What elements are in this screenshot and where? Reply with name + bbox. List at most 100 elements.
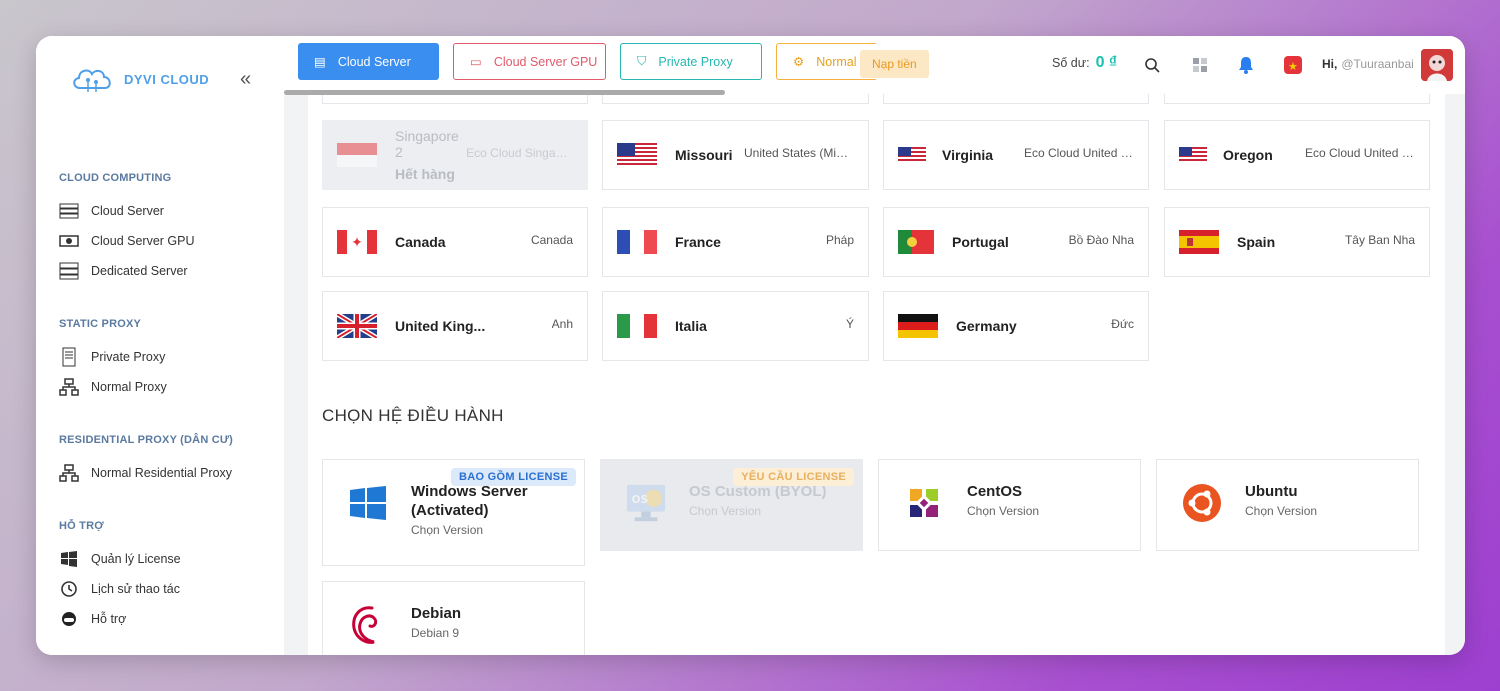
sidebar-item-cloud-server-gpu[interactable]: Cloud Server GPU <box>59 232 195 250</box>
greeting-text: Hi, <box>1322 57 1338 71</box>
location-name: United King... <box>395 318 486 334</box>
location-name: Italia <box>675 318 707 334</box>
cloud-logo-icon <box>73 69 111 92</box>
tabs-scrollbar[interactable] <box>284 90 725 95</box>
os-custom-byol[interactable]: OS OS Custom (BYOL) Chọn Version YÊU CẦU… <box>600 459 863 551</box>
user-greeting[interactable]: Hi, @Tuuraanbai <box>1322 57 1414 71</box>
sidebar-item-label: Normal Proxy <box>91 380 167 394</box>
app-logo[interactable]: DYVI CLOUD <box>70 64 209 94</box>
license-badge: BAO GỒM LICENSE <box>450 468 576 486</box>
apps-grid-icon[interactable] <box>1190 55 1210 75</box>
os-centos[interactable]: CentOS Chọn Version <box>878 459 1141 551</box>
tab-label: Cloud Server GPU <box>493 54 598 69</box>
os-windows-server[interactable]: Windows Server (Activated) Chọn Version … <box>322 459 585 566</box>
location-sub: Eco Cloud Singapore <box>466 146 573 160</box>
os-section-heading: CHỌN HỆ ĐIỀU HÀNH <box>322 406 504 425</box>
location-singapore-2[interactable]: Singapore 2 Hết hàng Eco Cloud Singapore <box>322 120 588 190</box>
flag-singapore-icon <box>337 143 377 167</box>
os-version: Chọn Version <box>411 523 484 537</box>
location-sub: Pháp <box>825 233 854 247</box>
location-united-kingdom[interactable]: United King... Anh <box>322 291 588 361</box>
gpu-card-icon <box>59 232 79 250</box>
section-title-cloud-computing: CLOUD COMPUTING <box>59 172 172 184</box>
sidebar-item-support[interactable]: Hỗ trợ <box>59 610 126 628</box>
location-sub: United States (Missouri) <box>744 146 854 160</box>
app-window: Singapore 2 Hết hàng Eco Cloud Singapore… <box>36 36 1465 655</box>
location-france[interactable]: France Pháp <box>602 207 869 277</box>
balance-value: 0 ₫ <box>1095 54 1118 71</box>
os-debian[interactable]: Debian Debian 9 <box>322 581 585 655</box>
tab-cloud-server[interactable]: ▤ Cloud Server <box>298 43 439 80</box>
license-badge: YÊU CẦU LICENSE <box>733 468 854 486</box>
os-version: Debian 9 <box>411 626 460 640</box>
location-sub: Tây Ban Nha <box>1344 233 1415 247</box>
sidebar-item-label: Cloud Server <box>91 204 164 218</box>
balance-label: Số dư: <box>1052 56 1090 70</box>
location-sub: Anh <box>551 317 573 331</box>
sidebar-item-private-proxy[interactable]: Private Proxy <box>59 347 165 367</box>
vietnam-flag-icon[interactable]: ★ <box>1283 55 1303 75</box>
sidebar-item-normal-proxy[interactable]: Normal Proxy <box>59 378 167 396</box>
sidebar-item-normal-residential-proxy[interactable]: Normal Residential Proxy <box>59 464 232 482</box>
shield-icon: ⛉ <box>637 54 647 68</box>
location-name: Missouri <box>675 147 733 163</box>
location-sub: Bồ Đào Nha <box>1068 233 1134 247</box>
flag-usa-icon <box>1179 147 1207 163</box>
sidebar-item-label: Normal Residential Proxy <box>91 466 233 480</box>
location-canada[interactable]: ✦ Canada Canada <box>322 207 588 277</box>
collapse-sidebar-icon[interactable]: « <box>240 68 251 91</box>
sidebar: DYVI CLOUD « CLOUD COMPUTING Cloud Serve… <box>36 36 284 655</box>
location-portugal[interactable]: Portugal Bồ Đào Nha <box>883 207 1149 277</box>
balance: Số dư: 0 ₫ <box>1052 54 1117 72</box>
sidebar-item-cloud-server[interactable]: Cloud Server <box>59 202 164 220</box>
svg-text:OS: OS <box>632 494 649 506</box>
sidebar-item-dedicated-server[interactable]: Dedicated Server <box>59 262 188 280</box>
section-title-static-proxy: STATIC PROXY <box>59 318 142 330</box>
location-sub: Eco Cloud United States <box>1305 146 1415 160</box>
location-name: Oregon <box>1223 147 1273 163</box>
tab-cloud-server-gpu[interactable]: ▭ Cloud Server GPU <box>453 43 606 80</box>
top-up-button[interactable]: Nạp tiền <box>860 50 929 78</box>
network-icon <box>59 378 79 396</box>
location-name: France <box>675 234 721 250</box>
tab-label: Private Proxy <box>658 54 733 69</box>
location-oregon[interactable]: Oregon Eco Cloud United States <box>1164 120 1430 190</box>
bell-icon[interactable] <box>1236 55 1256 75</box>
section-title-residential-proxy: RESIDENTIAL PROXY (DÂN CƯ) <box>59 434 234 446</box>
windows-icon <box>59 550 79 568</box>
network-icon: ⚙ <box>793 55 805 69</box>
flag-italy-icon <box>617 314 657 338</box>
tab-private-proxy[interactable]: ⛉ Private Proxy <box>620 43 762 80</box>
location-name: Germany <box>956 318 1017 334</box>
location-name: Virginia <box>942 147 994 163</box>
sidebar-item-history[interactable]: Lịch sử thao tác <box>59 580 180 598</box>
svg-text:★: ★ <box>1288 60 1298 73</box>
os-title: Debian <box>411 605 462 622</box>
location-missouri[interactable]: Missouri United States (Missouri) <box>602 120 869 190</box>
server-icon: ▤ <box>314 55 326 69</box>
card-partial <box>322 94 588 104</box>
gpu-card-icon: ▭ <box>470 55 482 69</box>
centos-icon <box>903 482 945 524</box>
os-ubuntu[interactable]: Ubuntu Chọn Version <box>1156 459 1419 551</box>
network-icon <box>59 464 79 482</box>
card-partial <box>602 94 869 104</box>
debian-icon <box>347 604 389 646</box>
location-italia[interactable]: Italia Ý <box>602 291 869 361</box>
windows-icon <box>347 482 389 524</box>
flag-usa-icon <box>617 143 657 167</box>
avatar[interactable] <box>1421 49 1453 81</box>
sidebar-item-license[interactable]: Quản lý License <box>59 550 181 568</box>
logo-text: DYVI CLOUD <box>124 71 210 87</box>
location-name: Spain <box>1237 234 1276 250</box>
location-germany[interactable]: Germany Đức <box>883 291 1149 361</box>
flag-spain-icon <box>1179 230 1219 254</box>
location-virginia[interactable]: Virginia Eco Cloud United States <box>883 120 1149 190</box>
location-sub: Eco Cloud United States <box>1024 146 1134 160</box>
location-spain[interactable]: Spain Tây Ban Nha <box>1164 207 1430 277</box>
os-title: CentOS <box>967 483 1023 500</box>
sidebar-item-label: Lịch sử thao tác <box>91 582 180 596</box>
flag-portugal-icon <box>898 230 934 254</box>
search-icon[interactable] <box>1142 55 1162 75</box>
headset-icon <box>59 610 79 628</box>
